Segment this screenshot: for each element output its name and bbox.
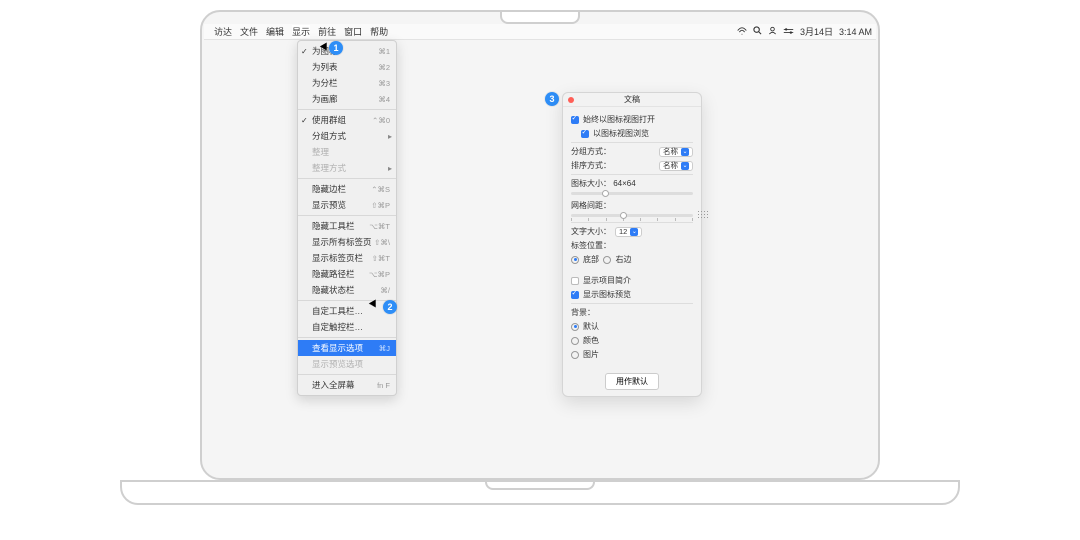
menu-as-icons[interactable]: ✓为图标⌘1	[298, 43, 396, 59]
menubar-status: 3月14日 3:14 AM	[737, 25, 872, 38]
menu-as-columns[interactable]: 为分栏⌘3	[298, 75, 396, 91]
display-notch	[500, 12, 580, 24]
grid-spacing-label: 网格间距：	[571, 200, 693, 211]
menu-hide-path-bar[interactable]: 隐藏路径栏⌥⌘P	[298, 266, 396, 282]
show-item-info[interactable]: 显示项目简介	[571, 275, 693, 286]
menu-clean-up: 整理	[298, 144, 396, 160]
menubar-app[interactable]: 访达	[214, 25, 232, 38]
user-icon[interactable]	[768, 26, 777, 37]
label-bottom-radio[interactable]	[571, 256, 579, 264]
menubar-time[interactable]: 3:14 AM	[839, 27, 872, 37]
group-by-popup[interactable]: 名称⌄	[659, 147, 693, 157]
menu-hide-sidebar[interactable]: 隐藏边栏⌃⌘S	[298, 181, 396, 197]
menu-show-view-options[interactable]: 查看显示选项⌘J	[298, 340, 396, 356]
bg-default[interactable]: 默认	[571, 321, 693, 332]
menu-show-preview-options: 显示预览选项	[298, 356, 396, 372]
step-badge-2: 2	[383, 300, 397, 314]
menu-as-list[interactable]: 为列表⌘2	[298, 59, 396, 75]
menu-show-preview[interactable]: 显示预览⇧⌘P	[298, 197, 396, 213]
sort-by-popup[interactable]: 名称⌄	[659, 161, 693, 171]
menu-file[interactable]: 文件	[240, 25, 258, 38]
menu-window[interactable]: 窗口	[344, 25, 362, 38]
icon-size-slider[interactable]	[571, 192, 693, 195]
menu-use-groups[interactable]: ✓使用群组⌃⌘0	[298, 112, 396, 128]
control-center-icon[interactable]	[783, 27, 794, 37]
bg-color[interactable]: 颜色	[571, 335, 693, 346]
menubar-date[interactable]: 3月14日	[800, 25, 833, 38]
icon-size-label: 图标大小： 64×64	[571, 178, 693, 189]
menu-as-gallery[interactable]: 为画廊⌘4	[298, 91, 396, 107]
menu-view[interactable]: 显示	[292, 25, 310, 38]
menu-customize-toolbar[interactable]: 自定工具栏…	[298, 303, 396, 319]
view-menu-dropdown: ✓为图标⌘1 为列表⌘2 为分栏⌘3 为画廊⌘4 ✓使用群组⌃⌘0 分组方式▸ …	[297, 40, 397, 396]
sort-by-row: 排序方式： 名称⌄	[571, 160, 693, 171]
menu-hide-status-bar[interactable]: 隐藏状态栏⌘/	[298, 282, 396, 298]
menu-go[interactable]: 前往	[318, 25, 336, 38]
menu-help[interactable]: 帮助	[370, 25, 388, 38]
view-options-panel: 文稿 始终以图标视图打开 以图标视图浏览 分组方式： 名称⌄ 排序方式： 名称⌄…	[562, 92, 702, 397]
menu-enter-fullscreen[interactable]: 进入全屏幕fn F	[298, 377, 396, 393]
always-open-icon-view[interactable]: 始终以图标视图打开	[571, 114, 693, 125]
menu-clean-up-by: 整理方式▸	[298, 160, 396, 176]
group-by-row: 分组方式： 名称⌄	[571, 146, 693, 157]
browse-icon-view[interactable]: 以图标视图浏览	[571, 128, 693, 139]
menubar: 访达 文件 编辑 显示 前往 窗口 帮助 3月14日 3:14 AM	[204, 24, 876, 40]
use-as-defaults-button[interactable]: 用作默认	[605, 373, 659, 390]
background-label: 背景：	[571, 307, 693, 318]
step-badge-3: 3	[545, 92, 559, 106]
close-icon[interactable]	[568, 97, 574, 103]
text-size-row: 文字大小： 12⌄	[571, 226, 693, 237]
label-right-radio[interactable]	[603, 256, 611, 264]
laptop-base	[120, 480, 960, 505]
menu-customize-touchbar[interactable]: 自定触控栏…	[298, 319, 396, 335]
menu-edit[interactable]: 编辑	[266, 25, 284, 38]
menu-show-tab-bar[interactable]: 显示标签页栏⇧⌘T	[298, 250, 396, 266]
panel-titlebar[interactable]: 文稿	[563, 93, 701, 107]
menu-show-all-tabs[interactable]: 显示所有标签页⇧⌘\	[298, 234, 396, 250]
menu-hide-toolbar[interactable]: 隐藏工具栏⌥⌘T	[298, 218, 396, 234]
text-size-popup[interactable]: 12⌄	[615, 227, 642, 237]
laptop-frame: 访达 文件 编辑 显示 前往 窗口 帮助 3月14日 3:14 AM ✓为图	[200, 10, 880, 480]
label-position-label: 标签位置：	[571, 240, 693, 251]
step-badge-1: 1	[329, 41, 343, 55]
bg-picture[interactable]: 图片	[571, 349, 693, 360]
spotlight-icon[interactable]	[753, 26, 762, 37]
show-icon-preview[interactable]: 显示图标预览	[571, 289, 693, 300]
wifi-icon[interactable]	[737, 27, 747, 37]
panel-title: 文稿	[624, 95, 640, 104]
grid-spacing-slider[interactable]	[571, 214, 693, 217]
menu-group-by[interactable]: 分组方式▸	[298, 128, 396, 144]
